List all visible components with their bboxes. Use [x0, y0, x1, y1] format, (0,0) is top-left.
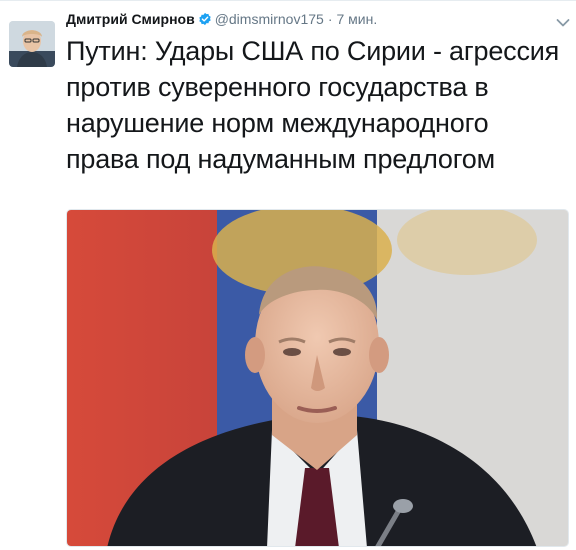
tweet-text: Путин: Удары США по Сирии - агрессия про…: [66, 36, 560, 174]
author-username[interactable]: @dimsmirnov175: [215, 10, 324, 28]
avatar[interactable]: [9, 21, 55, 67]
tweet-timestamp[interactable]: 7 мин.: [337, 10, 378, 28]
author-name[interactable]: Дмитрий Смирнов: [66, 10, 195, 28]
tweet-photo[interactable]: [66, 209, 569, 547]
tweet: Дмитрий Смирнов @dimsmirnov175 · 7 мин. …: [0, 0, 576, 550]
verified-badge-icon: [198, 12, 212, 26]
tweet-header: Дмитрий Смирнов @dimsmirnov175 · 7 мин.: [66, 1, 570, 31]
header-separator: ·: [327, 11, 333, 27]
tweet-content: Дмитрий Смирнов @dimsmirnov175 · 7 мин. …: [66, 1, 570, 177]
chevron-down-icon[interactable]: [556, 15, 570, 27]
